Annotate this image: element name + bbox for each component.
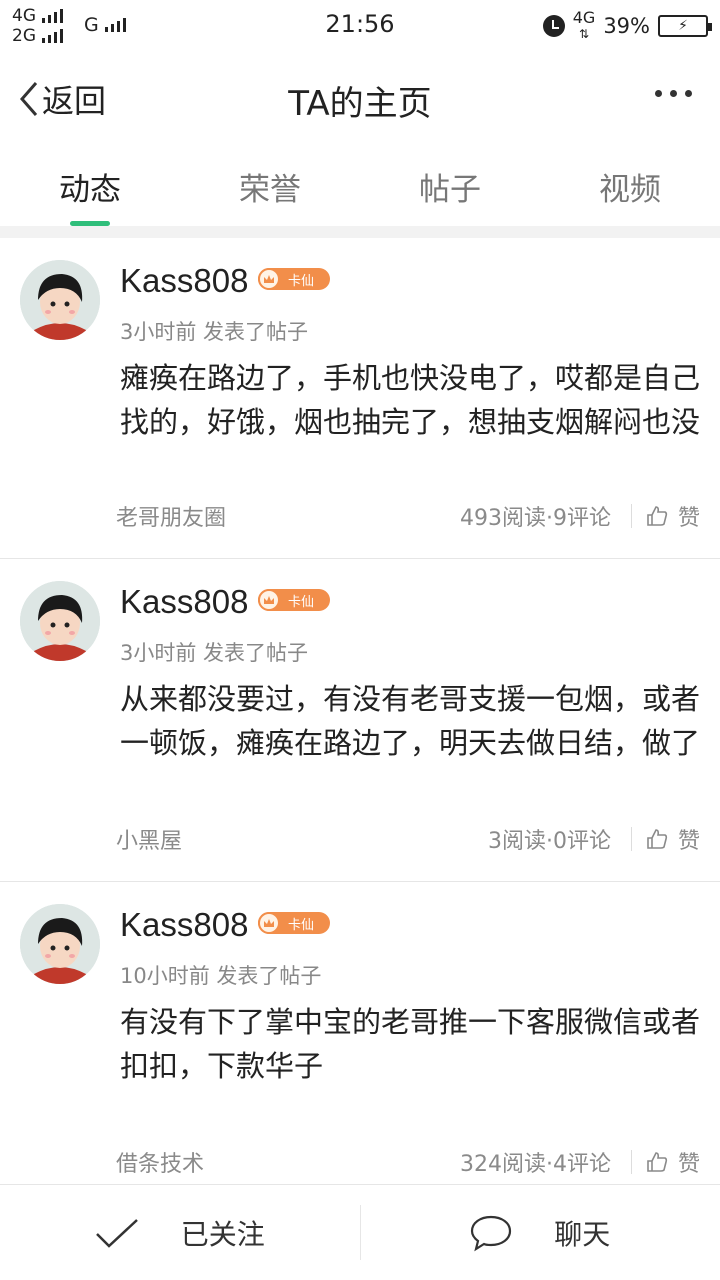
badge-label: 卡仙	[288, 273, 315, 289]
rank-badge: 卡仙	[258, 268, 330, 290]
post-footer: 小黑屋 3阅读·0评论 赞	[116, 823, 700, 855]
username[interactable]: Kass808	[120, 906, 248, 944]
badge-label: 卡仙	[288, 917, 315, 933]
post-stats: 3阅读·0评论	[487, 829, 611, 854]
avatar[interactable]	[20, 904, 100, 984]
tab-bar: 动态 荣誉 帖子 视频	[0, 144, 720, 226]
network-4g-right: 4G ⇅	[572, 8, 596, 42]
status-right: 4G ⇅ 39% ⚡	[542, 8, 712, 42]
like-button[interactable]: 赞	[646, 500, 700, 532]
post-meta: 3小时前 发表了帖子	[120, 641, 309, 665]
follow-label: 已关注	[180, 1217, 265, 1251]
username[interactable]: Kass808	[120, 262, 248, 300]
post-stats: 493阅读·9评论	[460, 506, 611, 531]
divider	[0, 226, 720, 238]
like-label: 赞	[677, 829, 700, 854]
post-item[interactable]: Kass808 卡仙 3小时前 发表了帖子 瘫痪在路边了，手机也快没电了，哎都是…	[0, 238, 720, 559]
post-content[interactable]: 从来都没要过，有没有老哥支援一包烟，或者一顿饭，瘫痪在路边了，明天去做日结，做了	[120, 677, 705, 765]
alarm-icon	[542, 15, 565, 37]
post-footer: 借条技术 324阅读·4评论 赞	[116, 1146, 700, 1178]
battery-percent: 39%	[603, 14, 650, 38]
thumbs-up-icon	[647, 829, 668, 849]
group-link[interactable]: 借条技术	[116, 1146, 460, 1178]
chat-label: 聊天	[554, 1217, 611, 1251]
badge-label: 卡仙	[288, 594, 315, 610]
post-content[interactable]: 瘫痪在路边了，手机也快没电了，哎都是自己找的，好饿，烟也抽完了，想抽支烟解闷也没	[120, 356, 705, 444]
post-meta: 3小时前 发表了帖子	[120, 320, 309, 344]
group-link[interactable]: 小黑屋	[116, 823, 488, 855]
crown-icon	[258, 268, 280, 290]
divider	[630, 827, 632, 851]
status-bar: 4G 2G G 21:56 4G ⇅ 39% ⚡	[0, 0, 720, 52]
tab-videos[interactable]: 视频	[540, 144, 720, 226]
post-content[interactable]: 有没有下了掌中宝的老哥推一下客服微信或者扣扣，下款华子	[120, 1000, 705, 1088]
crown-icon	[258, 912, 280, 934]
like-button[interactable]: 赞	[646, 1146, 700, 1178]
top-nav: 返回 TA的主页	[0, 52, 720, 144]
username[interactable]: Kass808	[120, 583, 248, 621]
thumbs-up-icon	[647, 1152, 668, 1172]
rank-badge: 卡仙	[258, 912, 330, 934]
like-label: 赞	[677, 1152, 700, 1177]
checkmark-icon	[95, 1218, 138, 1248]
follow-button[interactable]: 已关注	[0, 1185, 360, 1280]
divider	[630, 1150, 632, 1174]
like-label: 赞	[677, 506, 700, 531]
crown-icon	[258, 589, 280, 611]
group-link[interactable]: 老哥朋友圈	[116, 500, 460, 532]
divider	[630, 504, 632, 528]
avatar-image	[20, 260, 100, 340]
post-item[interactable]: Kass808 卡仙 10小时前 发表了帖子 有没有下了掌中宝的老哥推一下客服微…	[0, 882, 720, 1184]
battery-icon: ⚡	[658, 15, 712, 37]
bottom-action-bar: 已关注 聊天	[0, 1184, 720, 1280]
more-options-icon[interactable]	[655, 90, 692, 97]
tab-honors[interactable]: 荣誉	[180, 144, 360, 226]
chat-button[interactable]: 聊天	[361, 1185, 720, 1280]
thumbs-up-icon	[647, 506, 668, 526]
rank-badge: 卡仙	[258, 589, 330, 611]
avatar[interactable]	[20, 581, 100, 661]
post-meta: 10小时前 发表了帖子	[120, 964, 322, 988]
chat-bubble-icon	[471, 1215, 512, 1251]
like-button[interactable]: 赞	[646, 823, 700, 855]
avatar[interactable]	[20, 260, 100, 340]
avatar-image	[20, 904, 100, 984]
post-stats: 324阅读·4评论	[460, 1152, 611, 1177]
avatar-image	[20, 581, 100, 661]
post-item[interactable]: Kass808 卡仙 3小时前 发表了帖子 从来都没要过，有没有老哥支援一包烟，…	[0, 559, 720, 882]
tab-posts[interactable]: 帖子	[360, 144, 540, 226]
post-footer: 老哥朋友圈 493阅读·9评论 赞	[116, 500, 700, 532]
tab-dynamics[interactable]: 动态	[0, 144, 180, 226]
page-title: TA的主页	[288, 84, 432, 124]
